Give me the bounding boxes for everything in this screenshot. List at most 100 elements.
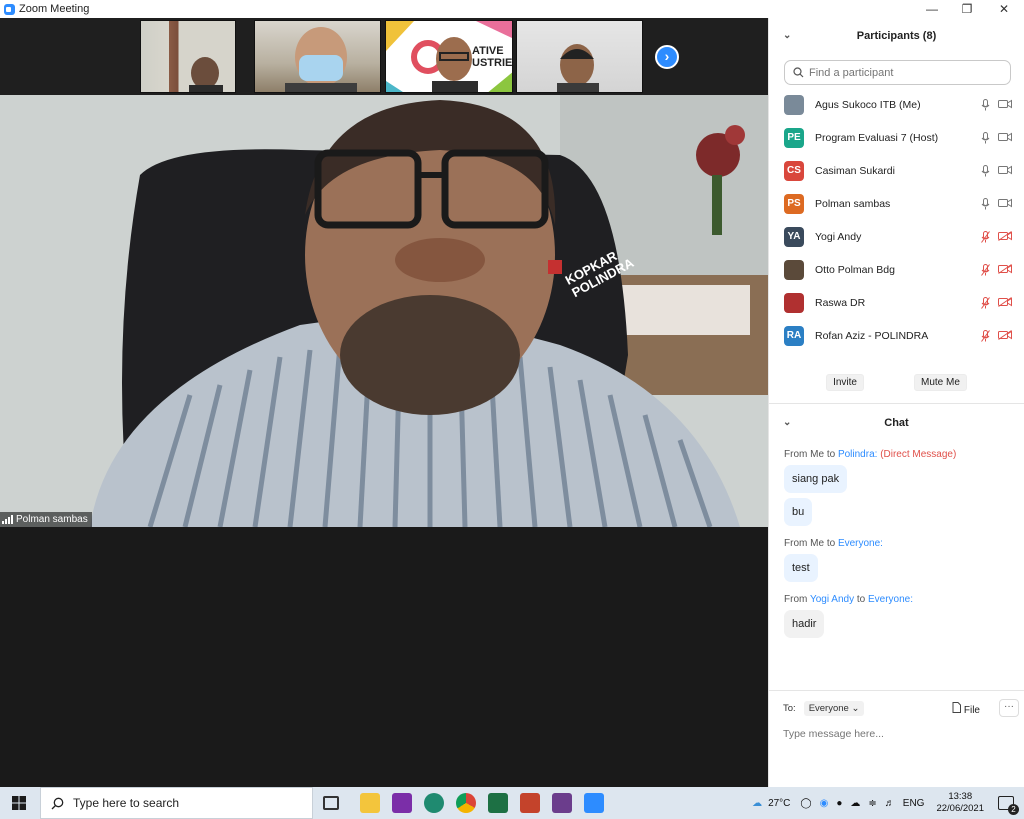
- onedrive-icon[interactable]: ☁: [850, 798, 860, 809]
- to-word: to: [826, 538, 836, 549]
- recipient-name[interactable]: Everyone:: [838, 538, 883, 549]
- participant-thumbnail[interactable]: [140, 20, 236, 93]
- chat-title: Chat: [884, 417, 909, 429]
- invite-button[interactable]: Invite: [826, 374, 864, 391]
- volume-icon[interactable]: ♬: [885, 798, 895, 809]
- avatar: CS: [784, 160, 804, 181]
- collapse-chevron-icon[interactable]: ⌄: [783, 417, 791, 428]
- video-off-icon[interactable]: [998, 330, 1012, 340]
- participant-row[interactable]: RA Rofan Aziz - POLINDRA: [769, 319, 1024, 352]
- avatar: [784, 292, 804, 313]
- microphone-icon[interactable]: [981, 99, 990, 111]
- chat-message-sender: From Me to Polindra: (Direct Message): [784, 449, 1024, 460]
- participant-thumbnail[interactable]: [254, 20, 381, 93]
- taskbar-search[interactable]: Type here to search: [40, 787, 313, 819]
- chat-compose: To: Everyone ⌄ File ···: [769, 690, 1024, 787]
- video-camera-icon[interactable]: [998, 165, 1012, 175]
- participant-status-icons: [981, 330, 1012, 342]
- chat-message-input[interactable]: [783, 728, 1003, 740]
- collapse-chevron-icon[interactable]: ⌄: [783, 30, 791, 41]
- excel-icon[interactable]: [488, 793, 508, 813]
- microphone-muted-icon[interactable]: [981, 297, 990, 309]
- participant-figure: [285, 27, 357, 92]
- powerpoint-icon[interactable]: [520, 793, 540, 813]
- video-camera-icon[interactable]: [998, 198, 1012, 208]
- microphone-icon[interactable]: [981, 198, 990, 210]
- video-off-icon[interactable]: [998, 297, 1012, 307]
- zoom-logo-icon: [4, 3, 15, 15]
- participant-row[interactable]: PE Program Evaluasi 7 (Host): [769, 121, 1024, 154]
- participant-thumbnail[interactable]: ATIVE USTRIE: [385, 20, 513, 93]
- next-page-button[interactable]: ›: [655, 45, 679, 69]
- file-explorer-icon[interactable]: [360, 793, 380, 813]
- zoom-tray-icon[interactable]: ◉: [820, 798, 829, 809]
- sender-name[interactable]: Yogi Andy: [810, 594, 854, 605]
- participant-search-input[interactable]: [809, 66, 999, 79]
- signal-strength-icon: [2, 515, 13, 524]
- clock[interactable]: 13:38 22/06/2021: [936, 791, 984, 815]
- notification-icon[interactable]: 2: [998, 796, 1019, 815]
- video-camera-icon[interactable]: [998, 99, 1012, 109]
- chat-message-sender: From Me to Everyone:: [784, 538, 1024, 549]
- participant-figure: [189, 57, 223, 92]
- participant-list: Agus Sukoco ITB (Me) PE Program Evaluasi 7…: [769, 88, 1024, 352]
- search-icon: [51, 797, 64, 809]
- windows-start-icon[interactable]: [12, 796, 26, 810]
- edge-icon[interactable]: [424, 793, 444, 813]
- file-button[interactable]: File: [952, 702, 980, 716]
- participant-name: Agus Sukoco ITB (Me): [815, 98, 921, 111]
- maximize-button[interactable]: ❐: [948, 0, 986, 18]
- chat-message-bubble[interactable]: bu: [784, 498, 813, 526]
- participant-name: Rofan Aziz - POLINDRA: [815, 329, 929, 342]
- microphone-icon[interactable]: [981, 165, 990, 177]
- weather-temp[interactable]: 27°C: [768, 798, 790, 809]
- defender-icon[interactable]: ◯: [800, 798, 811, 809]
- participant-status-icons: [981, 231, 1012, 243]
- chat-message-bubble[interactable]: test: [784, 554, 818, 582]
- participant-row[interactable]: CS Casiman Sukardi: [769, 154, 1024, 187]
- participant-status-icons: [981, 297, 1012, 309]
- to-word: to: [826, 449, 836, 460]
- title-bar: Zoom Meeting — ❐ ✕: [0, 0, 1024, 18]
- to-word: to: [856, 594, 866, 605]
- language-indicator[interactable]: ENG: [903, 798, 925, 809]
- from-word: From: [784, 594, 808, 605]
- minimize-button[interactable]: —: [913, 0, 951, 18]
- from-word: From: [784, 449, 808, 460]
- recipient-name[interactable]: Polindra:: [838, 449, 877, 460]
- participant-row[interactable]: Agus Sukoco ITB (Me): [769, 88, 1024, 121]
- active-speaker-video: KOPKAR POLINDRA Polman sambas: [0, 95, 768, 527]
- zoom-taskbar-icon[interactable]: [584, 793, 604, 813]
- participant-row[interactable]: PS Polman sambas: [769, 187, 1024, 220]
- microphone-muted-icon[interactable]: [981, 231, 990, 243]
- close-button[interactable]: ✕: [985, 0, 1023, 18]
- recipient-select[interactable]: Everyone ⌄: [803, 701, 865, 716]
- participant-status-icons: [981, 165, 1012, 177]
- chat-message-bubble[interactable]: hadir: [784, 610, 825, 638]
- microphone-icon[interactable]: [981, 132, 990, 144]
- chat-message-bubble[interactable]: siang pak: [784, 465, 848, 493]
- video-off-icon[interactable]: [998, 264, 1012, 274]
- avatar: [784, 94, 804, 115]
- onenote-icon[interactable]: [392, 793, 412, 813]
- participant-thumbnail[interactable]: [516, 20, 643, 93]
- video-camera-icon[interactable]: [998, 132, 1012, 142]
- recipient-name[interactable]: Everyone:: [868, 594, 913, 605]
- microphone-muted-icon[interactable]: [981, 264, 990, 276]
- app-icon[interactable]: [552, 793, 572, 813]
- chat-message-sender: From Yogi Andy to Everyone:: [784, 594, 1024, 605]
- participant-search[interactable]: [784, 60, 1011, 85]
- mute-me-button[interactable]: Mute Me: [914, 374, 967, 391]
- network-icon[interactable]: ≑: [868, 798, 876, 809]
- more-options-button[interactable]: ···: [999, 699, 1019, 717]
- participant-row[interactable]: Raswa DR: [769, 286, 1024, 319]
- participant-row[interactable]: Otto Polman Bdg: [769, 253, 1024, 286]
- participant-row[interactable]: YA Yogi Andy: [769, 220, 1024, 253]
- task-view-icon[interactable]: [323, 796, 339, 810]
- chrome-icon[interactable]: [456, 793, 476, 813]
- participant-name: Polman sambas: [815, 197, 891, 210]
- microphone-icon[interactable]: ●: [836, 798, 842, 809]
- avatar: PS: [784, 193, 804, 214]
- microphone-muted-icon[interactable]: [981, 330, 990, 342]
- video-off-icon[interactable]: [998, 231, 1012, 241]
